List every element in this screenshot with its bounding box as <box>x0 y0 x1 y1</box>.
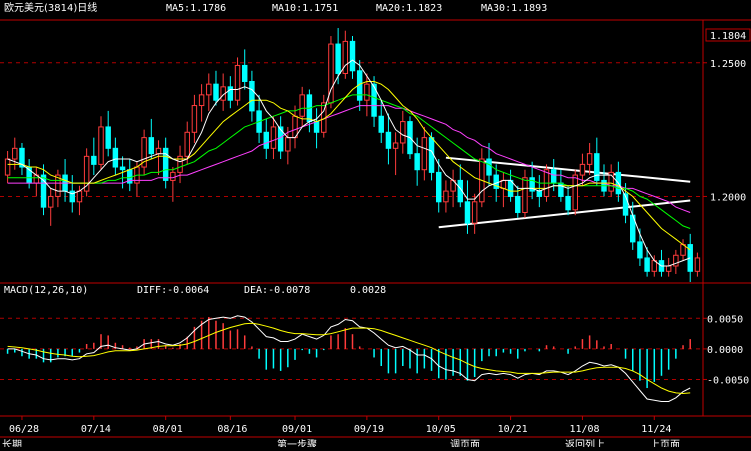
candle-body <box>594 153 600 181</box>
macd-tick-label: 0.0050 <box>707 314 743 325</box>
candle-body <box>47 195 54 208</box>
candle-body <box>586 153 593 165</box>
candle-body <box>522 177 528 213</box>
candle-body <box>558 182 564 197</box>
candle-body <box>364 83 370 101</box>
price-tick-label: 1.2000 <box>710 192 746 203</box>
candle-body <box>378 115 384 133</box>
x-tick-label: 11/24 <box>641 424 671 435</box>
x-tick-label: 09/01 <box>282 424 312 435</box>
candle-body <box>162 147 169 181</box>
candle-body <box>644 257 650 272</box>
macd-dea: DEA:-0.0078 <box>244 285 310 296</box>
candle-body <box>270 126 277 149</box>
x-tick-label: 11/08 <box>569 424 599 435</box>
price-tick-label: 1.2500 <box>710 59 746 70</box>
candle-body <box>198 94 205 107</box>
candle-body <box>500 179 507 189</box>
bottom-tab-bar: 长期 第一步骤 调页面 返回列上 上页面 <box>0 436 751 451</box>
ma20-label: MA20:1.1823 <box>376 3 442 14</box>
tab-prev[interactable]: 上页面 <box>650 439 680 451</box>
candle-body <box>12 147 18 160</box>
x-tick-label: 09/19 <box>354 424 384 435</box>
candle-body <box>148 137 155 155</box>
candle-body <box>91 155 97 165</box>
candle-body <box>277 126 284 152</box>
candle-body <box>443 190 449 203</box>
candle-body <box>112 147 119 168</box>
chart-stage: 欧元美元(3814)日线 MA5:1.1786 MA10:1.1751 MA20… <box>0 0 751 451</box>
candle-body <box>227 86 234 101</box>
candle-body <box>119 166 126 171</box>
candle-body <box>299 94 305 117</box>
candle-body <box>400 121 406 144</box>
x-tick-label: 06/28 <box>9 424 39 435</box>
ma5-label: MA5:1.1786 <box>166 3 226 14</box>
candle-body <box>263 131 270 149</box>
candle-body <box>572 174 578 211</box>
candle-body <box>76 190 83 203</box>
current-price: 1.1804 <box>710 31 746 42</box>
kline-chart: 欧元美元(3814)日线 MA5:1.1786 MA10:1.1751 MA20… <box>0 0 751 451</box>
candle-body <box>515 195 521 213</box>
candle-body <box>234 64 241 101</box>
x-tick-label: 08/01 <box>153 424 183 435</box>
ma10-label: MA10:1.1751 <box>272 3 338 14</box>
x-tick-label: 10/21 <box>498 424 528 435</box>
ma30-label: MA30:1.1893 <box>481 3 547 14</box>
candle-body <box>213 83 219 101</box>
candle-body <box>486 158 492 176</box>
candle-body <box>342 40 349 74</box>
candle-body <box>285 137 291 152</box>
candle-body <box>241 64 248 82</box>
candle-body <box>313 121 320 133</box>
candle-body <box>105 126 111 149</box>
candle-body <box>98 126 104 165</box>
tab-page[interactable]: 调页面 <box>450 439 480 451</box>
candle-body <box>550 169 557 184</box>
candle-body <box>392 142 399 149</box>
x-tick-label: 10/05 <box>426 424 456 435</box>
candle-body <box>421 137 428 171</box>
candle-body <box>170 171 176 181</box>
macd-title: MACD(12,26,10) <box>4 285 88 296</box>
candle-body <box>536 190 543 197</box>
candle-body <box>385 131 392 149</box>
tab-return[interactable]: 返回列上 <box>565 438 605 451</box>
candle-body <box>435 171 442 203</box>
candle-body <box>579 163 586 176</box>
candle-body <box>471 201 478 224</box>
candle-body <box>637 241 643 259</box>
candle-body <box>565 195 571 211</box>
macd-value: 0.0028 <box>350 285 386 296</box>
symbol-title: 欧元美元(3814)日线 <box>4 1 97 14</box>
candle-body <box>349 40 356 72</box>
candle-body <box>335 43 341 74</box>
candle-body <box>206 83 212 96</box>
candle-body <box>665 265 672 272</box>
macd-tick-label: -0.0050 <box>707 375 749 386</box>
candle-body <box>4 158 11 176</box>
macd-diff: DIFF:-0.0064 <box>137 285 209 296</box>
candle-body <box>694 257 701 272</box>
tab-long[interactable]: 长期 <box>2 439 22 451</box>
candle-body <box>249 80 255 112</box>
x-tick-label: 07/14 <box>81 424 111 435</box>
candle-body <box>155 147 162 155</box>
candle-body <box>464 201 471 224</box>
macd-tick-label: 0.0000 <box>707 345 743 356</box>
candle-body <box>414 153 420 171</box>
x-tick-label: 08/16 <box>217 424 247 435</box>
candle-body <box>191 105 198 133</box>
tab-step[interactable]: 第一步骤 <box>277 438 317 451</box>
candle-body <box>184 131 190 157</box>
